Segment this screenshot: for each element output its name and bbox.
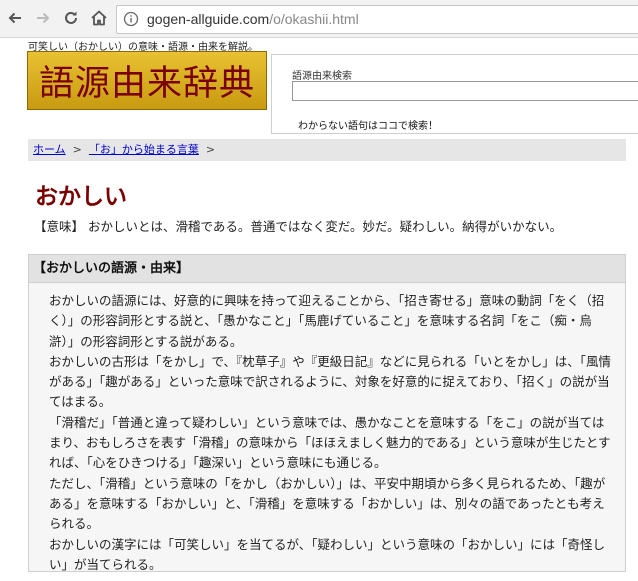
origin-body: おかしいの語源には、好意的に興味を持って迎えることから、「招き寄せる」意味の動詞…: [49, 291, 614, 575]
home-icon[interactable]: [87, 6, 111, 30]
origin-paragraph: おかしいの古形は「をかし」で、『枕草子』や『更級日記』などに見られる「いとをかし…: [49, 353, 612, 410]
forward-arrow-icon[interactable]: [31, 6, 55, 30]
breadcrumb-separator: >: [205, 143, 216, 156]
origin-section: 【おかしいの語源・由来】 おかしいの語源には、好意的に興味を持って迎えることから…: [28, 254, 626, 572]
search-input[interactable]: [292, 81, 638, 101]
back-arrow-icon[interactable]: [3, 6, 27, 30]
search-hint: わからない語句はココで検索！: [298, 121, 438, 132]
url-domain: gogen-allguide.com: [147, 11, 270, 27]
origin-heading: 【おかしいの語源・由来】: [29, 255, 625, 283]
logo-text: 語源由来辞典: [38, 64, 255, 104]
address-bar[interactable]: gogen-allguide.com/o/okashii.html: [116, 5, 638, 34]
breadcrumb: ホーム > 「お」から始まる言葉 >: [28, 139, 626, 161]
meaning-text: 【意味】 おかしいとは、滑稽である。普通ではなく変だ。妙だ。疑わしい。納得がいか…: [34, 219, 563, 234]
reload-icon[interactable]: [59, 6, 83, 30]
breadcrumb-home-link[interactable]: ホーム: [33, 143, 66, 156]
breadcrumb-separator: >: [72, 143, 82, 156]
url-path: /o/okashii.html: [269, 11, 359, 27]
origin-paragraph: ただし、「滑稽」という意味の「をかし（おかしい）」は、平安中期頃から多く見られる…: [49, 475, 606, 532]
page-title: おかしい: [35, 184, 127, 210]
search-label: 語源由来検索: [292, 71, 352, 82]
origin-paragraph: 「滑稽だ」「普通と違って疑わしい」という意味では、愚かなことを意味する「をこ」の…: [49, 414, 611, 471]
origin-paragraph: おかしいの漢字には「可笑しい」を当てるが、「疑わしい」という意味の「おかしい」に…: [49, 536, 606, 572]
site-logo[interactable]: 語源由来辞典: [27, 51, 267, 110]
info-icon[interactable]: [123, 11, 139, 27]
origin-paragraph: おかしいの語源には、好意的に興味を持って迎えることから、「招き寄せる」意味の動詞…: [49, 293, 605, 349]
url-text: gogen-allguide.com/o/okashii.html: [147, 11, 359, 27]
search-panel: 語源由来検索 わからない語句はココで検索！: [271, 54, 638, 134]
breadcrumb-category-link[interactable]: 「お」から始まる言葉: [89, 143, 199, 156]
browser-toolbar: gogen-allguide.com/o/okashii.html: [0, 0, 638, 38]
